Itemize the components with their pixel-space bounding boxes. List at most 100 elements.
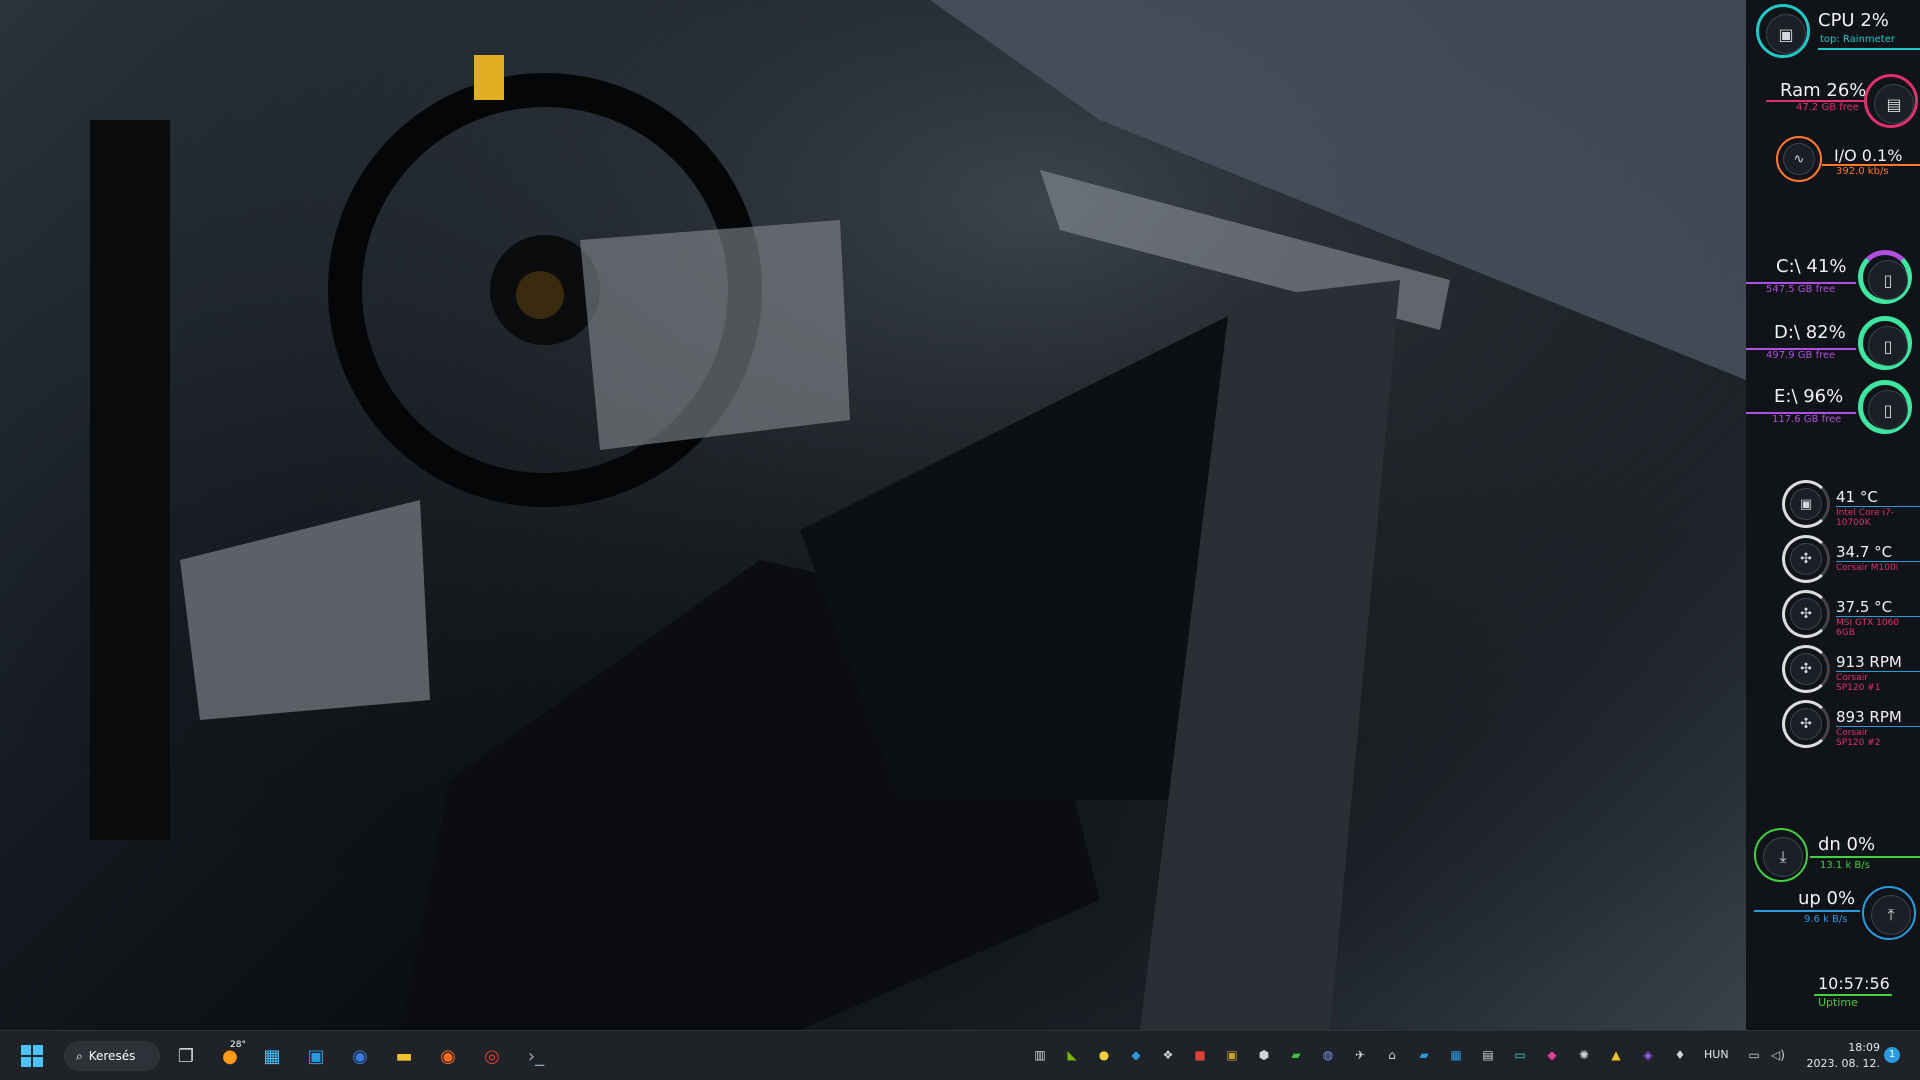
net-up-line <box>1754 910 1860 912</box>
drive-e-widget: E:\ 96% 117.6 GB free ▯ <box>1746 380 1920 440</box>
notification-badge[interactable]: 1 <box>1884 1047 1900 1063</box>
weather-temp: 28° <box>230 1040 246 1050</box>
firefox-icon: ◉ <box>440 1045 456 1067</box>
drop-icon[interactable]: ♦ <box>1672 1047 1688 1063</box>
temp-line <box>1836 616 1920 617</box>
ram-ring: ▤ <box>1864 74 1918 128</box>
io-widget: ∿ I/O 0.1% 392.0 kb/s <box>1746 136 1920 196</box>
taskbar: ⌕ Keresés ❐ ● 28° ▦ ▣ ◉ ▬ ◉ ◎ ›_ ▥ ◣ ● ◆… <box>0 1030 1920 1080</box>
upload-icon: ⤒ <box>1871 895 1911 935</box>
firefox-button[interactable]: ◉ <box>432 1040 464 1072</box>
tray-app-icon[interactable]: ▦ <box>1448 1047 1464 1063</box>
fan-icon: ✣ <box>1790 708 1822 740</box>
terminal-button[interactable]: ›_ <box>520 1040 552 1072</box>
tray-app-icon[interactable]: ● <box>1096 1047 1112 1063</box>
tray-app-icon[interactable]: ▰ <box>1416 1047 1432 1063</box>
network-icon[interactable]: ▭ <box>1746 1047 1762 1063</box>
tray-app-icon[interactable]: ◈ <box>1640 1047 1656 1063</box>
monitor-icon[interactable]: ▭ <box>1512 1047 1528 1063</box>
memory-icon: ▤ <box>1874 84 1914 124</box>
drive-c-line <box>1746 282 1856 284</box>
nvidia-icon[interactable]: ◣ <box>1064 1047 1080 1063</box>
drive-d-sub: 497.9 GB free <box>1766 350 1836 361</box>
car-interior-photo <box>0 0 1746 1030</box>
search-button[interactable]: ⌕ Keresés <box>64 1041 160 1071</box>
taskbar-date: 2023. 08. 12. <box>1806 1057 1880 1070</box>
temp-gpu-widget: ✣ 37.5 °C MSI GTX 1060 6GB <box>1746 590 1920 644</box>
task-view-icon: ❐ <box>177 1045 195 1067</box>
chrome-icon: ◎ <box>484 1045 500 1067</box>
net-down-line <box>1810 856 1920 858</box>
temp-sub: MSI GTX 1060 6GB <box>1836 618 1900 638</box>
taskbar-time: 18:09 <box>1848 1041 1880 1054</box>
drive-c-widget: C:\ 41% 547.5 GB free ▯ <box>1746 250 1920 310</box>
drive-d-ring: ▯ <box>1858 316 1912 370</box>
clock-button[interactable]: 18:09 2023. 08. 12. <box>1800 1037 1880 1075</box>
fan-icon: ✣ <box>1790 653 1822 685</box>
tray-app-icon[interactable]: ▣ <box>1224 1047 1240 1063</box>
tray-app-icon[interactable]: ✈ <box>1352 1047 1368 1063</box>
io-label: I/O 0.1% <box>1834 146 1903 165</box>
desktop-wallpaper <box>0 0 1746 1030</box>
drive-c-label: C:\ 41% <box>1776 256 1847 277</box>
task-view-button[interactable]: ❐ <box>170 1040 202 1072</box>
tray-app-icon[interactable]: ▥ <box>1032 1047 1048 1063</box>
language-indicator[interactable]: HUN <box>1704 1048 1729 1061</box>
tray-app-icon[interactable]: ▤ <box>1480 1047 1496 1063</box>
cpu-icon: ▣ <box>1790 488 1822 520</box>
weather-button[interactable]: ● 28° <box>214 1040 246 1072</box>
io-line <box>1822 164 1920 166</box>
fan-sub: Corsair SP120 #2 <box>1836 728 1881 748</box>
net-down-widget: ⤓ dn 0% 13.1 k B/s <box>1746 826 1920 886</box>
cpu-line <box>1818 48 1920 50</box>
drive-icon: ▯ <box>1868 326 1908 366</box>
start-button[interactable] <box>16 1040 48 1072</box>
dropbox-icon[interactable]: ❖ <box>1160 1047 1176 1063</box>
gear-icon[interactable]: ✺ <box>1576 1047 1592 1063</box>
download-icon: ⤓ <box>1763 837 1803 877</box>
temp-ring: ▣ <box>1782 480 1830 528</box>
cpu-widget: ▣ CPU 2% top: Rainmeter <box>1746 0 1920 60</box>
store-button[interactable]: ▦ <box>256 1040 288 1072</box>
activity-icon: ∿ <box>1783 143 1815 175</box>
rainmeter-sidebar: ▣ CPU 2% top: Rainmeter Ram 26% 47.2 GB … <box>1746 0 1920 1030</box>
io-ring: ∿ <box>1776 136 1822 182</box>
ram-widget: Ram 26% 47.2 GB free ▤ <box>1746 70 1920 130</box>
drive-e-line <box>1746 412 1856 414</box>
fan1-widget: ✣ 913 RPM Corsair SP120 #1 <box>1746 645 1920 699</box>
widgets-button[interactable]: ▣ <box>300 1040 332 1072</box>
search-icon: ⌕ <box>76 1048 83 1063</box>
lock-icon[interactable]: ⌂ <box>1384 1047 1400 1063</box>
shield-icon[interactable]: ⬢ <box>1256 1047 1272 1063</box>
drive-d-line <box>1746 348 1856 350</box>
temp-ring: ✣ <box>1782 700 1830 748</box>
net-up-widget: up 0% 9.6 k B/s ⤒ <box>1746 882 1920 942</box>
drive-icon: ▯ <box>1868 390 1908 430</box>
net-down-sub: 13.1 k B/s <box>1820 860 1870 871</box>
drive-d-label: D:\ 82% <box>1774 322 1846 343</box>
temp-line <box>1836 726 1920 727</box>
net-down-label: dn 0% <box>1818 834 1876 855</box>
tray-app-icon[interactable]: ▰ <box>1288 1047 1304 1063</box>
net-up-sub: 9.6 k B/s <box>1804 914 1848 925</box>
search-label: Keresés <box>88 1049 136 1063</box>
chrome-button[interactable]: ◎ <box>476 1040 508 1072</box>
temp-psu-widget: ✣ 34.7 °C Corsair M100i <box>1746 535 1920 589</box>
fan-icon: ✣ <box>1790 543 1822 575</box>
tray-app-icon[interactable]: ▲ <box>1608 1047 1624 1063</box>
fan2-widget: ✣ 893 RPM Corsair SP120 #2 <box>1746 700 1920 754</box>
terminal-icon: ›_ <box>527 1045 545 1067</box>
cpu-label: CPU 2% <box>1818 10 1889 31</box>
windows-icon <box>21 1045 43 1067</box>
edge-button[interactable]: ◉ <box>344 1040 376 1072</box>
volume-icon[interactable]: ◁) <box>1770 1047 1786 1063</box>
ram-line <box>1766 100 1866 102</box>
drive-c-ring: ▯ <box>1858 250 1912 304</box>
fan-icon: ✣ <box>1790 598 1822 630</box>
tray-app-icon[interactable]: ◍ <box>1320 1047 1336 1063</box>
tray-app-icon[interactable]: ◆ <box>1128 1047 1144 1063</box>
io-sub: 392.0 kb/s <box>1836 166 1889 177</box>
tray-app-icon[interactable]: ◆ <box>1544 1047 1560 1063</box>
file-explorer-button[interactable]: ▬ <box>388 1040 420 1072</box>
tray-app-icon[interactable]: ■ <box>1192 1047 1208 1063</box>
